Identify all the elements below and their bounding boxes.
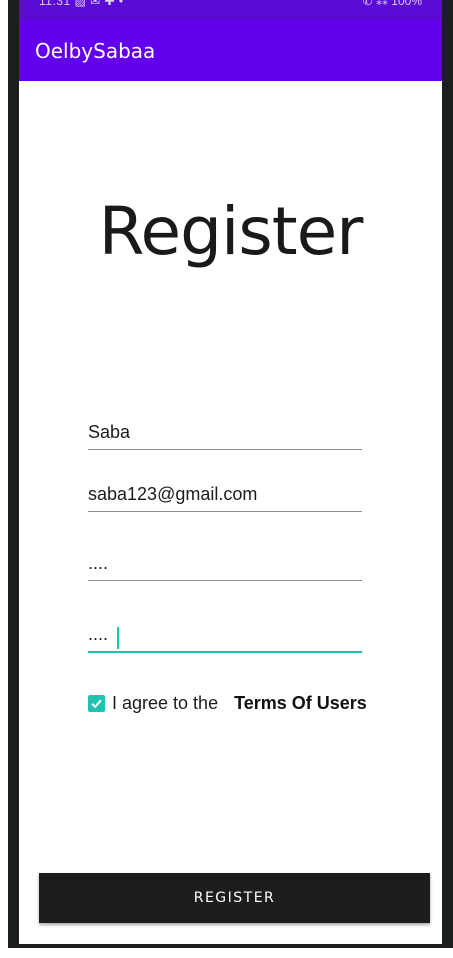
text-cursor: [117, 627, 119, 649]
name-field[interactable]: [88, 422, 362, 450]
device-frame-right: [442, 0, 453, 946]
email-field[interactable]: [88, 484, 362, 512]
device-frame-left: [8, 0, 19, 946]
checkmark-icon: [91, 699, 102, 708]
register-button[interactable]: REGISTER: [39, 873, 430, 923]
status-indicators: ✆ ⁂ 100%: [362, 0, 422, 8]
device-frame-bottom: [8, 944, 453, 948]
register-screen: Register I agree to the Terms Of Users R…: [19, 81, 442, 944]
app-title: OelbySabaa: [35, 39, 156, 63]
clock-text: 11:31: [39, 0, 71, 8]
app-bar: OelbySabaa: [19, 20, 442, 81]
terms-link[interactable]: Terms Of Users: [234, 693, 367, 714]
notification-icons: ▨ ✉ ✚ •: [74, 0, 124, 8]
confirm-password-field[interactable]: [88, 624, 362, 653]
status-bar: 11:31 ▨ ✉ ✚ • ✆ ⁂ 100%: [19, 0, 442, 20]
agree-checkbox[interactable]: [88, 694, 105, 712]
device-screen: 11:31 ▨ ✉ ✚ • ✆ ⁂ 100% OelbySabaa Regist…: [0, 0, 453, 958]
terms-agreement-row: I agree to the Terms Of Users: [88, 690, 367, 716]
agree-label: I agree to the: [112, 692, 219, 713]
status-time: 11:31 ▨ ✉ ✚ •: [39, 0, 124, 8]
page-title: Register: [98, 193, 364, 270]
password-field[interactable]: [88, 553, 362, 581]
